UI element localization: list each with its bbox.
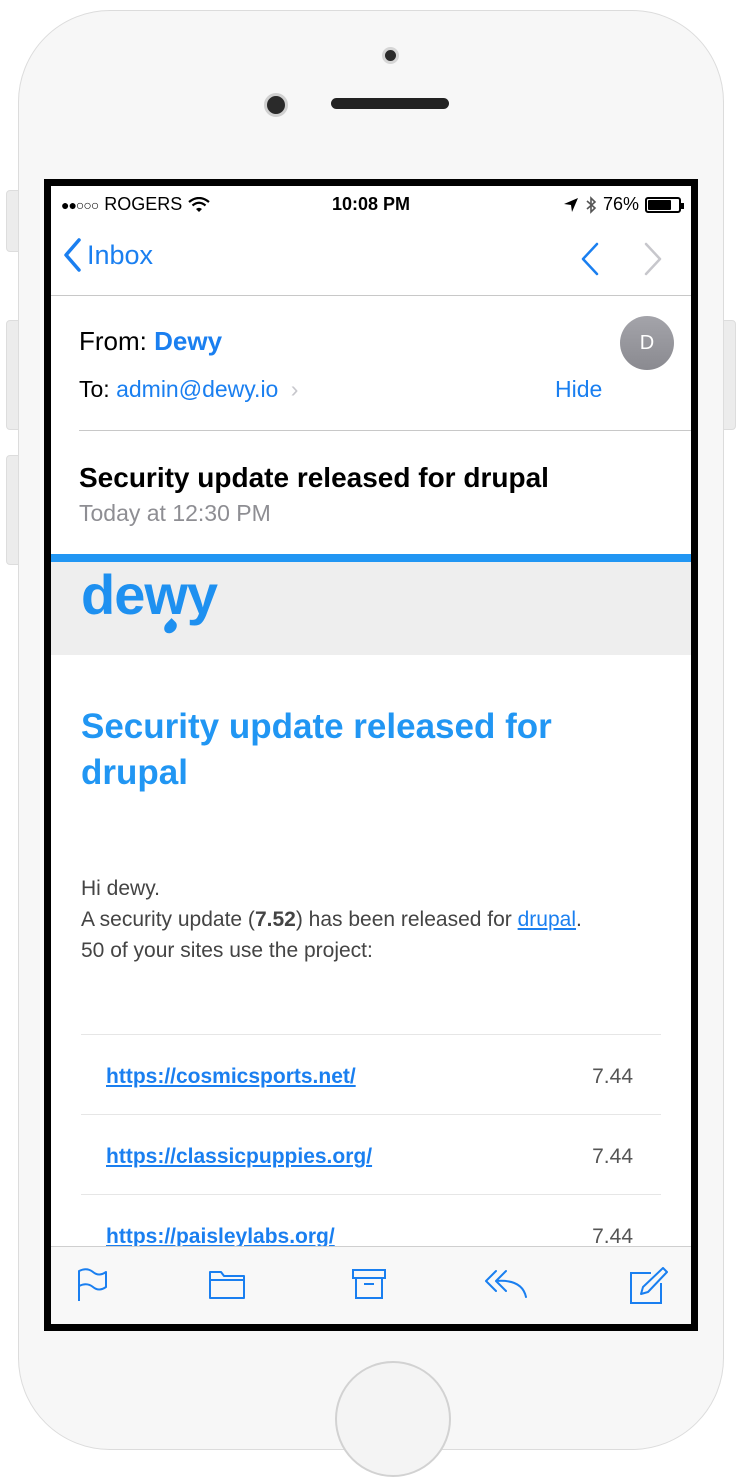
site-link[interactable]: https://cosmicsports.net/ [106,1065,356,1089]
to-label: To: [79,376,110,402]
brand-accent-bar [51,554,691,562]
power-button[interactable] [723,320,736,430]
chevron-left-icon [64,238,81,272]
site-link[interactable]: https://classicpuppies.org/ [106,1145,372,1169]
archive-icon [352,1269,386,1299]
dewy-logo: dewy [81,562,218,636]
flag-button[interactable] [75,1267,109,1308]
site-row: https://cosmicsports.net/ 7.44 [81,1034,661,1114]
location-arrow-icon [563,197,578,212]
volume-up-button[interactable] [6,320,19,430]
mail-screen: ●●○○○ ROGERS 10:08 PM 76% Inbox From: De… [51,186,691,1324]
compose-button[interactable] [627,1267,669,1312]
previous-message-button[interactable] [579,242,601,281]
message-date: Today at 12:30 PM [79,500,271,526]
email-text: Hi dewy. A security update (7.52) has be… [81,873,681,966]
top-camera [382,47,399,64]
mute-switch[interactable] [6,190,19,252]
from-label: From: [79,326,147,356]
bottom-toolbar [51,1246,691,1324]
email-title: Security update released for drupal [81,707,552,792]
project-link[interactable]: drupal [518,908,576,931]
navigation-bar: Inbox [51,224,691,296]
bluetooth-icon [586,195,597,214]
site-row: https://classicpuppies.org/ 7.44 [81,1114,661,1194]
battery-icon [645,196,684,213]
update-version: 7.52 [254,908,296,931]
site-version: 7.44 [592,1065,633,1088]
to-line: To: admin@dewy.io › [79,376,298,403]
sites-list: https://cosmicsports.net/ 7.44 https://c… [81,1034,661,1274]
archive-button[interactable] [351,1267,387,1306]
flag-icon [78,1268,107,1301]
battery-percent: 76% [602,194,639,214]
reply-button[interactable] [484,1267,530,1306]
compose-icon [630,1267,668,1304]
volume-down-button[interactable] [6,455,19,565]
earpiece-speaker [331,98,449,109]
chevron-up-icon [581,242,599,276]
sender-avatar[interactable]: D [620,316,674,370]
status-bar: ●●○○○ ROGERS 10:08 PM 76% [51,186,691,224]
back-to-inbox-button[interactable]: Inbox [63,238,153,272]
chevron-down-icon [644,242,662,276]
sites-count-sentence: 50 of your sites use the project: [81,939,373,962]
back-label: Inbox [87,239,154,270]
update-sentence: A security update (7.52) has been releas… [81,908,582,931]
battery-fill [648,199,671,210]
email-body: dewy Security update released for drupal… [51,554,691,1248]
chevron-right-icon: › [290,376,299,402]
home-button[interactable] [335,1361,451,1477]
greeting: Hi dewy. [81,877,160,900]
header-divider [79,430,691,431]
folder-icon [209,1271,245,1299]
next-message-button[interactable] [642,242,664,281]
front-camera [264,93,288,117]
hide-details-button[interactable]: Hide [555,376,602,403]
sender-name[interactable]: Dewy [154,326,222,356]
from-line: From: Dewy [79,326,222,357]
brand-header: dewy [51,562,691,655]
recipient-address[interactable]: admin@dewy.io [116,376,278,402]
site-version: 7.44 [592,1145,633,1168]
reply-icon [485,1270,527,1298]
move-to-folder-button[interactable] [208,1267,246,1306]
message-subject: Security update released for drupal [79,462,549,493]
